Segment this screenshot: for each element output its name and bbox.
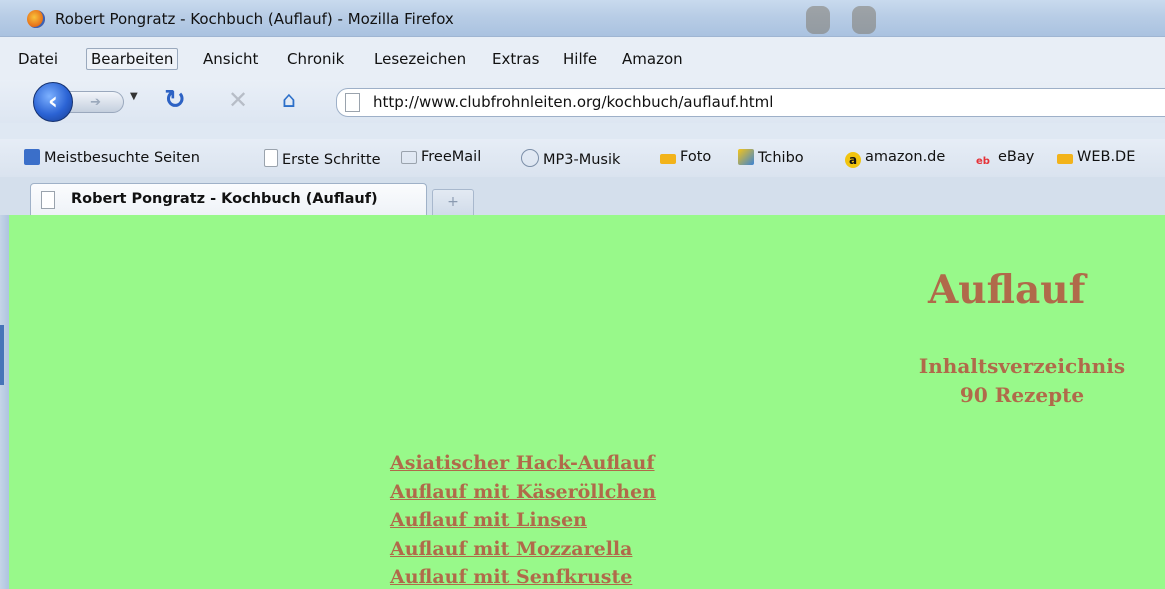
speaker-icon bbox=[521, 149, 539, 167]
bookmark-label: FreeMail bbox=[421, 149, 482, 165]
search-icon bbox=[24, 149, 40, 165]
menu-hilfe[interactable]: Hilfe bbox=[559, 49, 601, 69]
page-icon bbox=[264, 149, 278, 167]
page-heading: Auflauf bbox=[928, 267, 1086, 313]
stop-icon[interactable]: ✕ bbox=[228, 86, 248, 114]
menu-datei[interactable]: Datei bbox=[14, 49, 62, 69]
forward-arrow-icon: ➔ bbox=[90, 95, 101, 110]
history-dropdown-icon[interactable]: ▼ bbox=[130, 91, 138, 102]
plus-icon: + bbox=[447, 194, 459, 210]
window-glass-decoration bbox=[852, 6, 876, 34]
menu-lesezeichen[interactable]: Lesezeichen bbox=[370, 49, 470, 69]
bookmark-amazon-de[interactable]: a amazon.de bbox=[845, 149, 945, 168]
bookmark-label: Meistbesuchte Seiten bbox=[44, 150, 200, 166]
bookmark-label: WEB.DE bbox=[1077, 149, 1136, 165]
back-arrow-icon: ‹ bbox=[48, 87, 58, 115]
toc-title: Inhaltsverzeichnis bbox=[918, 354, 1126, 378]
address-bar[interactable]: http://www.clubfrohnleiten.org/kochbuch/… bbox=[336, 88, 1165, 117]
page-content: Auflauf Inhaltsverzeichnis 90 Rezepte As… bbox=[9, 215, 1165, 589]
bookmark-erste-schritte[interactable]: Erste Schritte bbox=[264, 149, 381, 168]
reload-icon[interactable]: ↻ bbox=[164, 85, 186, 115]
recipe-count: 90 Rezepte bbox=[959, 383, 1085, 407]
mail-icon bbox=[401, 151, 417, 164]
bookmarks-toolbar: Meistbesuchte Seiten Erste Schritte Free… bbox=[0, 139, 1165, 177]
window-left-edge bbox=[0, 215, 9, 589]
recipe-link[interactable]: Auflauf mit Mozzarella bbox=[390, 535, 656, 564]
url-text[interactable]: http://www.clubfrohnleiten.org/kochbuch/… bbox=[373, 93, 773, 111]
recipe-link[interactable]: Asiatischer Hack-Auflauf bbox=[390, 449, 656, 478]
bookmark-label: Tchibo bbox=[758, 150, 804, 166]
back-button[interactable]: ‹ bbox=[33, 82, 73, 122]
new-tab-button[interactable]: + bbox=[432, 189, 474, 216]
bookmark-foto[interactable]: Foto bbox=[660, 149, 711, 165]
bookmark-label: eBay bbox=[998, 149, 1035, 165]
bookmark-ebay[interactable]: eb eBay bbox=[976, 149, 1034, 172]
bookmark-label: amazon.de bbox=[865, 149, 946, 165]
menu-amazon[interactable]: Amazon bbox=[618, 49, 687, 69]
tab-bar: Robert Pongratz - Kochbuch (Auflauf) + bbox=[0, 177, 1165, 216]
recipe-link[interactable]: Auflauf mit Linsen bbox=[390, 506, 656, 535]
window-title: Robert Pongratz - Kochbuch (Auflauf) - M… bbox=[55, 10, 454, 28]
menu-ansicht[interactable]: Ansicht bbox=[199, 49, 262, 69]
bookmark-meistbesuchte-seiten[interactable]: Meistbesuchte Seiten bbox=[24, 149, 200, 166]
menu-bar: Datei Bearbeiten Ansicht Chronik Lesezei… bbox=[0, 37, 1165, 80]
tab-auflauf[interactable]: Robert Pongratz - Kochbuch (Auflauf) bbox=[30, 183, 427, 216]
ebay-icon: eb bbox=[976, 156, 990, 167]
recipe-link[interactable]: Auflauf mit Senfkruste bbox=[390, 563, 656, 589]
bookmark-label: MP3-Musik bbox=[543, 152, 621, 168]
recipe-link[interactable]: Auflauf mit Käseröllchen bbox=[390, 478, 656, 507]
title-bar: Robert Pongratz - Kochbuch (Auflauf) - M… bbox=[0, 0, 1165, 37]
bookmark-mp3-musik[interactable]: MP3-Musik bbox=[521, 149, 620, 168]
page-icon bbox=[41, 191, 55, 209]
edge-highlight bbox=[0, 325, 4, 385]
menu-extras[interactable]: Extras bbox=[488, 49, 543, 69]
home-icon[interactable]: ⌂ bbox=[282, 88, 296, 113]
page-icon bbox=[345, 93, 360, 112]
bookmark-label: Erste Schritte bbox=[282, 152, 381, 168]
firefox-logo-icon[interactable] bbox=[27, 10, 45, 28]
bookmark-label: Foto bbox=[680, 149, 712, 165]
bank-icon bbox=[660, 154, 676, 164]
bookmark-tchibo[interactable]: Tchibo bbox=[738, 149, 804, 166]
bookmark-web-de[interactable]: WEB.DE bbox=[1057, 149, 1135, 165]
page-subheading: Inhaltsverzeichnis 90 Rezepte bbox=[877, 352, 1165, 410]
menu-chronik[interactable]: Chronik bbox=[283, 49, 348, 69]
recipe-list: Asiatischer Hack-Auflauf Auflauf mit Käs… bbox=[390, 449, 656, 589]
amazon-icon: a bbox=[845, 152, 861, 168]
navigation-toolbar: ➔ ‹ ▼ ↻ ✕ ⌂ http://www.clubfrohnleiten.o… bbox=[0, 80, 1165, 123]
bank-icon bbox=[1057, 154, 1073, 164]
menu-bearbeiten[interactable]: Bearbeiten bbox=[86, 48, 179, 70]
tchibo-icon bbox=[738, 149, 754, 165]
tab-label: Robert Pongratz - Kochbuch (Auflauf) bbox=[71, 191, 378, 207]
bookmark-freemail[interactable]: FreeMail bbox=[401, 149, 481, 165]
window-glass-decoration bbox=[806, 6, 830, 34]
